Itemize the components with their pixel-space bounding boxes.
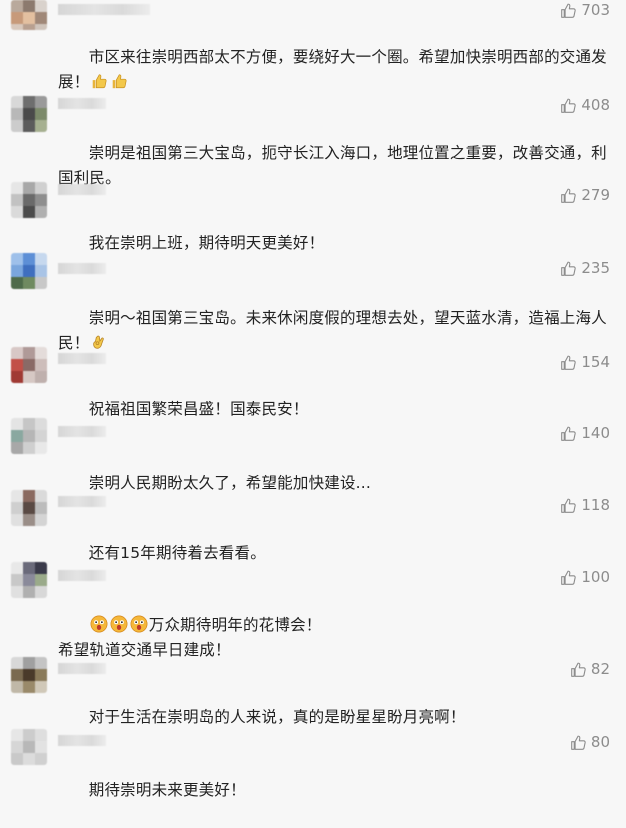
thumbs-up-icon xyxy=(571,735,586,750)
avatar[interactable] xyxy=(11,96,47,132)
like-count: 118 xyxy=(581,496,610,514)
like-button[interactable]: 118 xyxy=(560,496,610,514)
like-count: 140 xyxy=(581,424,610,442)
like-button[interactable]: 154 xyxy=(560,353,610,371)
like-count: 80 xyxy=(590,733,610,751)
comment-item: 235 崇明～祖国第三宝岛。未来休闲度假的理想去处，望天蓝水清，造福上海人 民！ xyxy=(0,253,626,352)
like-count: 154 xyxy=(581,353,610,371)
avatar[interactable] xyxy=(11,0,47,30)
comment-item: 703 市区来往崇明西部太不方便，要绕好大一个圈。希望加快崇明西部的交通发 展！ xyxy=(0,0,626,91)
avatar[interactable] xyxy=(11,562,47,598)
thumbs-up-emoji xyxy=(89,73,129,91)
avatar[interactable] xyxy=(11,418,47,454)
nickname xyxy=(58,663,106,674)
like-button[interactable]: 235 xyxy=(560,259,610,277)
like-button[interactable]: 408 xyxy=(560,96,610,114)
like-count: 100 xyxy=(581,568,610,586)
comment-item: 118 还有15年期待着去看看。 xyxy=(0,490,626,562)
nickname xyxy=(58,184,106,195)
like-button[interactable]: 279 xyxy=(560,186,610,204)
comment-item: 82 对于生活在崇明岛的人来说，真的是盼星星盼月亮啊！ xyxy=(0,657,626,726)
thumbs-up-icon xyxy=(561,98,577,113)
thumbs-up-icon xyxy=(561,261,577,276)
nickname xyxy=(58,570,106,581)
avatar[interactable] xyxy=(11,490,47,526)
nickname xyxy=(58,263,106,274)
nickname xyxy=(58,426,106,437)
comment-item: 140 崇明人民期盼太久了，希望能加快建设... xyxy=(0,418,626,492)
thumbs-up-icon xyxy=(561,498,577,513)
like-button[interactable]: 82 xyxy=(570,660,610,678)
avatar[interactable] xyxy=(11,657,47,693)
thumbs-up-icon xyxy=(561,355,577,370)
thumbs-up-icon xyxy=(561,426,577,441)
avatar[interactable] xyxy=(11,182,47,218)
nickname xyxy=(58,496,106,507)
like-count: 235 xyxy=(581,259,610,277)
comment-text: 期待崇明未来更美好！ xyxy=(88,781,246,799)
thumbs-up-icon xyxy=(561,570,577,585)
comment-item: 154 祝福祖国繁荣昌盛！国泰民安！ xyxy=(0,347,626,418)
thumbs-up-icon xyxy=(561,188,577,203)
comment-item: 279 我在崇明上班，期待明天更美好！ xyxy=(0,182,626,252)
nickname xyxy=(58,4,150,15)
nickname xyxy=(58,98,106,109)
like-button[interactable]: 140 xyxy=(560,424,610,442)
surprised-face-emoji xyxy=(89,615,149,634)
like-button[interactable]: 100 xyxy=(560,568,610,586)
like-button[interactable]: 80 xyxy=(570,733,610,751)
like-button[interactable]: 703 xyxy=(560,1,610,19)
thumbs-up-icon xyxy=(571,662,586,677)
nickname xyxy=(58,735,106,746)
like-count: 279 xyxy=(581,186,610,204)
thumbs-up-icon xyxy=(561,3,577,18)
like-count: 408 xyxy=(581,96,610,114)
avatar[interactable] xyxy=(11,347,47,383)
avatar[interactable] xyxy=(11,253,47,289)
comment-item: 408 崇明是祖国第三大宝岛，扼守长江入海口，地理位置之重要，改善交通，利 国利民… xyxy=(0,96,626,187)
like-count: 703 xyxy=(581,1,610,19)
comment-item: 80 期待崇明未来更美好！ xyxy=(0,729,626,799)
like-count: 82 xyxy=(590,660,610,678)
comment-item: 100 万众期待明年的花博会！ 希望轨道交通早日建成！ xyxy=(0,562,626,659)
avatar[interactable] xyxy=(11,729,47,765)
nickname xyxy=(58,353,106,364)
